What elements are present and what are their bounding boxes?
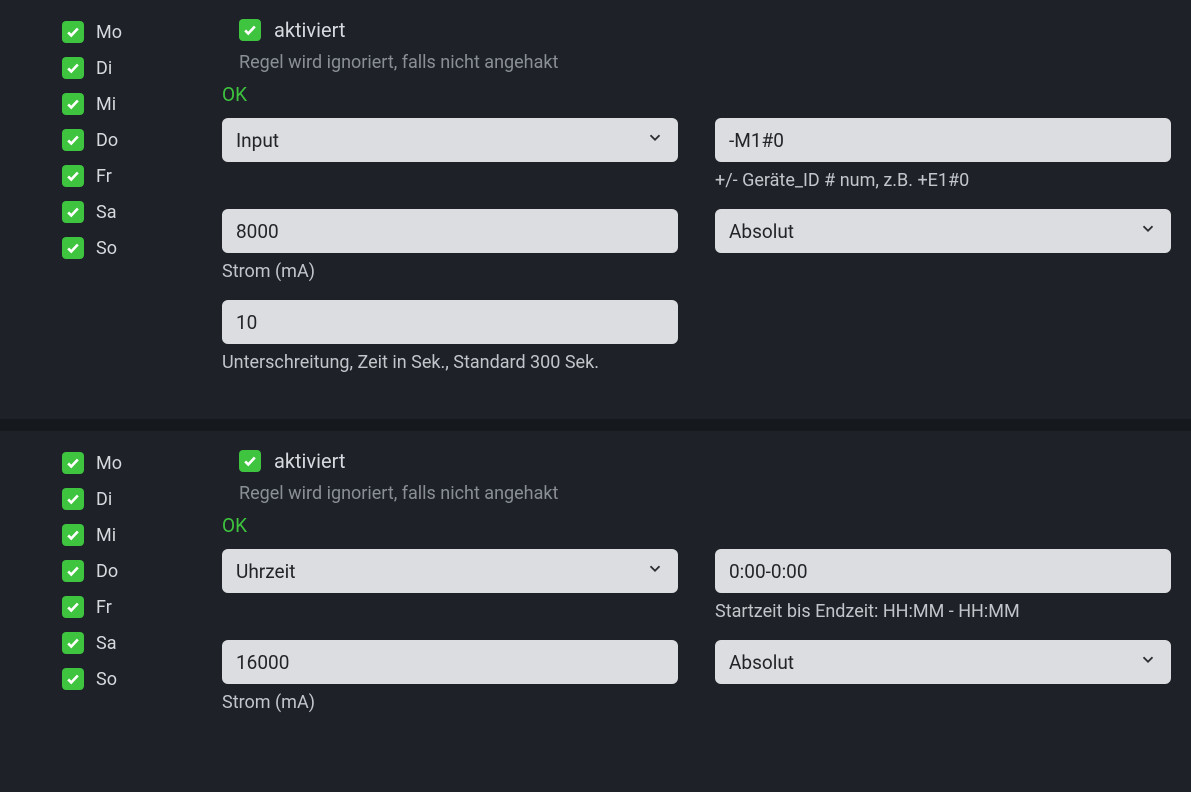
day-mo-checkbox[interactable] — [62, 21, 84, 43]
day-mi-label: Mi — [96, 94, 116, 115]
rule-strom-help: Strom (mA) — [222, 692, 678, 713]
activate-hint: Regel wird ignoriert, falls nicht angeha… — [222, 52, 1171, 73]
day-mo-row: Mo — [62, 452, 210, 474]
day-column: Mo Di Mi Do Fr Sa So — [62, 18, 210, 391]
day-di-row: Di — [62, 57, 210, 79]
day-mi-checkbox[interactable] — [62, 524, 84, 546]
rule-timerange-input[interactable] — [715, 549, 1171, 593]
rule-under-cell: Unterschreitung, Zeit in Sek., Standard … — [222, 300, 678, 373]
day-sa-label: Sa — [96, 633, 116, 654]
rule-strom-cell: Strom (mA) — [222, 209, 678, 282]
day-di-row: Di — [62, 488, 210, 510]
day-mi-row: Mi — [62, 93, 210, 115]
day-fr-label: Fr — [96, 166, 112, 187]
day-fr-checkbox[interactable] — [62, 596, 84, 618]
rule-type-cell — [222, 549, 678, 622]
rule-under-help: Unterschreitung, Zeit in Sek., Standard … — [222, 352, 678, 373]
activate-row: aktiviert — [222, 18, 1171, 42]
day-so-checkbox[interactable] — [62, 237, 84, 259]
day-sa-checkbox[interactable] — [62, 632, 84, 654]
day-mi-checkbox[interactable] — [62, 93, 84, 115]
activate-label: aktiviert — [274, 18, 345, 42]
day-di-checkbox[interactable] — [62, 57, 84, 79]
rule-form-grid: +/- Geräte_ID # num, z.B. +E1#0 Strom (m… — [222, 118, 1171, 391]
rule-type-select[interactable] — [222, 549, 678, 593]
day-sa-row: Sa — [62, 201, 210, 223]
day-do-checkbox[interactable] — [62, 129, 84, 151]
rule-type-cell — [222, 118, 678, 191]
rule-strom-input[interactable] — [222, 640, 678, 684]
day-do-checkbox[interactable] — [62, 560, 84, 582]
day-do-label: Do — [96, 130, 118, 151]
day-mi-row: Mi — [62, 524, 210, 546]
rule-status: OK — [222, 83, 1171, 106]
rule-entity-cell: +/- Geräte_ID # num, z.B. +E1#0 — [715, 118, 1171, 191]
day-so-label: So — [96, 669, 117, 690]
rule-form-grid: Startzeit bis Endzeit: HH:MM - HH:MM Str… — [222, 549, 1171, 731]
day-do-row: Do — [62, 560, 210, 582]
rule-status: OK — [222, 514, 1171, 537]
rule-strom-cell: Strom (mA) — [222, 640, 678, 713]
rule-type-select[interactable] — [222, 118, 678, 162]
day-so-row: So — [62, 668, 210, 690]
day-di-label: Di — [96, 489, 112, 510]
activate-checkbox[interactable] — [239, 450, 261, 472]
day-di-checkbox[interactable] — [62, 488, 84, 510]
rule-main-column: aktiviert Regel wird ignoriert, falls ni… — [222, 18, 1171, 391]
rule-entity-input[interactable] — [715, 118, 1171, 162]
activate-hint: Regel wird ignoriert, falls nicht angeha… — [222, 483, 1171, 504]
rule-mode-cell — [715, 209, 1171, 282]
day-fr-row: Fr — [62, 165, 210, 187]
activate-label: aktiviert — [274, 449, 345, 473]
rule-mode-select[interactable] — [715, 640, 1171, 684]
day-do-row: Do — [62, 129, 210, 151]
rule-timerange-cell: Startzeit bis Endzeit: HH:MM - HH:MM — [715, 549, 1171, 622]
rule-timerange-help: Startzeit bis Endzeit: HH:MM - HH:MM — [715, 601, 1171, 622]
rule-under-input[interactable] — [222, 300, 678, 344]
day-mo-label: Mo — [96, 453, 122, 474]
day-sa-checkbox[interactable] — [62, 201, 84, 223]
activate-row: aktiviert — [222, 449, 1171, 473]
day-so-label: So — [96, 238, 117, 259]
rule-separator — [0, 419, 1191, 431]
rule-mode-select[interactable] — [715, 209, 1171, 253]
day-so-row: So — [62, 237, 210, 259]
day-fr-row: Fr — [62, 596, 210, 618]
rule-entity-help: +/- Geräte_ID # num, z.B. +E1#0 — [715, 170, 1171, 191]
day-mi-label: Mi — [96, 525, 116, 546]
day-column: Mo Di Mi Do Fr Sa So — [62, 449, 210, 731]
activate-checkbox[interactable] — [239, 19, 261, 41]
rule-main-column: aktiviert Regel wird ignoriert, falls ni… — [222, 449, 1171, 731]
day-fr-label: Fr — [96, 597, 112, 618]
rule-strom-help: Strom (mA) — [222, 261, 678, 282]
day-mo-label: Mo — [96, 22, 122, 43]
rule-strom-input[interactable] — [222, 209, 678, 253]
day-di-label: Di — [96, 58, 112, 79]
day-sa-label: Sa — [96, 202, 116, 223]
rule-block-2: Mo Di Mi Do Fr Sa So aktiviert — [0, 431, 1191, 759]
rule-block-1: Mo Di Mi Do Fr Sa So aktiviert — [0, 0, 1191, 419]
day-mo-checkbox[interactable] — [62, 452, 84, 474]
day-fr-checkbox[interactable] — [62, 165, 84, 187]
rule-mode-cell — [715, 640, 1171, 713]
day-sa-row: Sa — [62, 632, 210, 654]
day-mo-row: Mo — [62, 21, 210, 43]
day-so-checkbox[interactable] — [62, 668, 84, 690]
day-do-label: Do — [96, 561, 118, 582]
